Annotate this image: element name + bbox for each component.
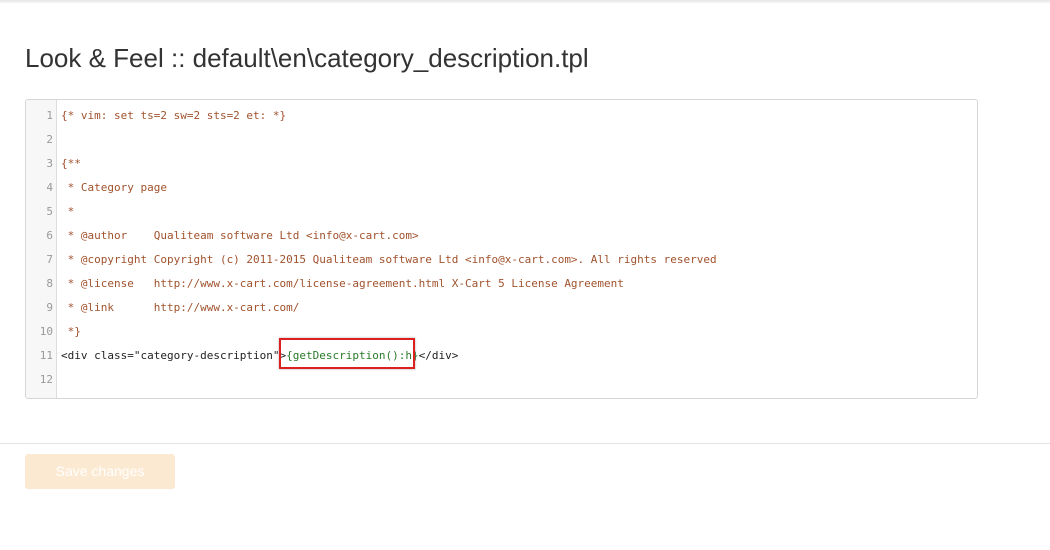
line-number: 6 — [46, 229, 53, 242]
footer-divider — [0, 443, 1050, 444]
code-line[interactable]: 11 <div class="category-description">{get… — [26, 344, 977, 368]
code-editor[interactable]: 1 {* vim: set ts=2 sw=2 sts=2 et: *} 2 3 {**… — [25, 99, 978, 399]
code-token-comment: * @author Qualiteam software Ltd <info@x… — [61, 229, 419, 242]
code-line[interactable]: 4 * Category page — [26, 176, 977, 200]
code-token-comment: * @license http://www.x-cart.com/license… — [61, 277, 624, 290]
code-token-comment: {** — [61, 157, 81, 170]
line-code: {* vim: set ts=2 sw=2 sts=2 et: *} — [61, 104, 286, 128]
code-line[interactable]: 10 *} — [26, 320, 977, 344]
code-token-comment: * — [61, 205, 75, 218]
line-number: 12 — [39, 373, 53, 386]
code-line[interactable]: 1 {* vim: set ts=2 sw=2 sts=2 et: *} — [26, 104, 977, 128]
line-number: 3 — [46, 157, 53, 170]
line-code: * @author Qualiteam software Ltd <info@x… — [61, 224, 419, 248]
code-token-html: </div> — [418, 349, 459, 362]
code-line[interactable]: 12 — [26, 368, 977, 392]
line-number: 2 — [46, 133, 53, 146]
code-token-comment: * Category page — [61, 181, 167, 194]
code-line[interactable]: 7 * @copyright Copyright (c) 2011-2015 Q… — [26, 248, 977, 272]
line-number: 10 — [39, 325, 53, 338]
line-code: * — [61, 200, 75, 224]
line-number: 5 — [46, 205, 53, 218]
line-code: * @license http://www.x-cart.com/license… — [61, 272, 624, 296]
code-token-comment: * @link http://www.x-cart.com/ — [61, 301, 300, 314]
code-line[interactable]: 6 * @author Qualiteam software Ltd <info… — [26, 224, 977, 248]
page-title: Look & Feel :: default\en\category_descr… — [25, 43, 589, 73]
line-code: * @link http://www.x-cart.com/ — [61, 296, 300, 320]
code-token-smarty: {getDescription():h} — [286, 349, 419, 362]
code-token-html: <div class="category-description"> — [61, 349, 287, 362]
line-number: 7 — [46, 253, 53, 266]
code-token-comment: {* vim: set ts=2 sw=2 sts=2 et: *} — [61, 109, 287, 122]
save-changes-button[interactable]: Save changes — [25, 454, 175, 489]
line-number: 1 — [46, 109, 53, 122]
line-code: <div class="category-description">{getDe… — [61, 344, 458, 368]
top-shadow — [0, 0, 1050, 3]
line-code: * Category page — [61, 176, 167, 200]
line-number: 11 — [39, 349, 53, 362]
code-line[interactable]: 3 {** — [26, 152, 977, 176]
code-token-comment: * @copyright Copyright (c) 2011-2015 Qua… — [61, 253, 717, 266]
line-code: *} — [61, 320, 81, 344]
code-line[interactable]: 9 * @link http://www.x-cart.com/ — [26, 296, 977, 320]
code-line[interactable]: 5 * — [26, 200, 977, 224]
line-number: 9 — [46, 301, 53, 314]
line-number: 8 — [46, 277, 53, 290]
code-line[interactable]: 8 * @license http://www.x-cart.com/licen… — [26, 272, 977, 296]
code-token-comment: *} — [61, 325, 81, 338]
line-number: 4 — [46, 181, 53, 194]
code-line[interactable]: 2 — [26, 128, 977, 152]
line-code: * @copyright Copyright (c) 2011-2015 Qua… — [61, 248, 717, 272]
line-code: {** — [61, 152, 81, 176]
